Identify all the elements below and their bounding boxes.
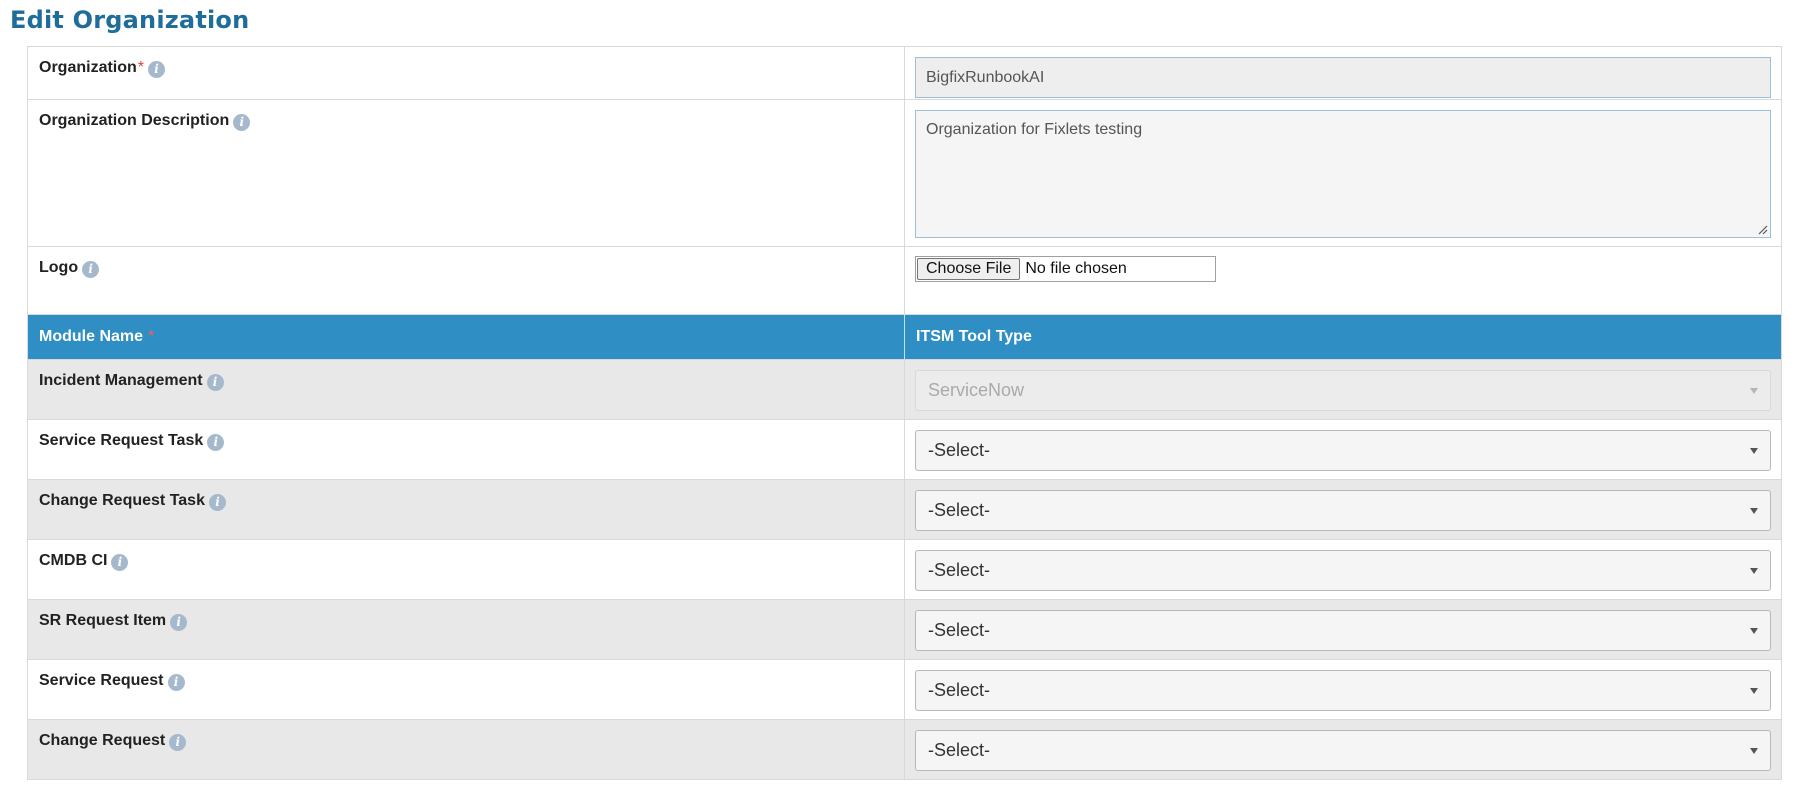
organization-description-textarea[interactable]: Organization for Fixlets testing [915,110,1771,238]
selected-value: ServiceNow [928,380,1025,400]
change-request-tool-select[interactable]: -Select- [915,730,1771,771]
info-icon[interactable]: i [170,614,188,631]
chevron-down-icon[interactable] [1750,507,1758,514]
service-request-task-tool-select[interactable]: -Select- [915,430,1771,471]
itsm-tool-type-header-label: ITSM Tool Type [916,328,1032,345]
module-label-cell: Service Request Task i [28,420,905,479]
module-field-cell: -Select- [905,420,1781,479]
module-label-cell: CMDB CI i [28,540,905,599]
module-name-label: SR Request Item [39,612,167,629]
module-name-label: CMDB CI [39,552,108,569]
choose-file-button[interactable]: Choose File [917,258,1021,280]
module-label-cell: Service Request i [28,660,905,719]
module-row-service-request: Service Request i -Select- [28,660,1781,720]
chevron-down-icon[interactable] [1750,567,1758,574]
module-field-cell: -Select- [905,480,1781,539]
edit-organization-form: Organization * i BigfixRunbookAI Organiza… [27,46,1782,780]
info-icon[interactable]: i [82,261,100,278]
selected-value: -Select- [928,740,991,760]
chevron-down-icon[interactable] [1750,687,1758,694]
chevron-down-icon [1750,387,1758,394]
module-label-cell: Change Request i [28,720,905,779]
description-text: Organization for Fixlets testing [926,121,1143,138]
sr-request-item-tool-select[interactable]: -Select- [915,610,1771,651]
chevron-down-icon[interactable] [1750,747,1758,754]
selected-value: -Select- [928,440,991,460]
cmdb-ci-tool-select[interactable]: -Select- [915,550,1771,591]
logo-label: Logo [39,259,79,276]
info-icon[interactable]: i [169,734,187,751]
organization-label: Organization [39,59,137,76]
page-title: Edit Organization [10,6,250,34]
info-icon[interactable]: i [233,114,251,131]
required-asterisk: * [137,59,145,76]
module-name-label: Incident Management [39,372,203,389]
info-icon[interactable]: i [207,434,225,451]
chevron-down-icon[interactable] [1750,627,1758,634]
logo-label-cell: Logo i [28,247,905,314]
module-name-label: Change Request [39,732,166,749]
module-row-change-request-task: Change Request Task i -Select- [28,480,1781,540]
module-name-label: Service Request [39,672,164,689]
module-row-change-request: Change Request i -Select- [28,720,1781,780]
selected-value: -Select- [928,560,991,580]
info-icon[interactable]: i [208,494,226,511]
module-name-label: Service Request Task [39,432,204,449]
incident-management-tool-select: ServiceNow [915,370,1771,411]
logo-row: Logo i Choose File No file chosen [28,247,1781,315]
logo-file-input[interactable]: Choose File No file chosen [915,256,1216,282]
info-icon[interactable]: i [148,61,166,78]
change-request-task-tool-select[interactable]: -Select- [915,490,1771,531]
module-field-cell: -Select- [905,720,1781,779]
required-asterisk: * [148,328,155,345]
module-label-cell: Incident Management i [28,360,905,419]
organization-name-input[interactable]: BigfixRunbookAI [915,57,1771,98]
module-field-cell: -Select- [905,600,1781,659]
info-icon[interactable]: i [206,374,224,391]
module-name-column-header: Module Name * [28,315,905,359]
module-label-cell: Change Request Task i [28,480,905,539]
chevron-down-icon[interactable] [1750,447,1758,454]
selected-value: -Select- [928,500,991,520]
info-icon[interactable]: i [167,674,185,691]
organization-label-cell: Organization * i [28,47,905,99]
description-label: Organization Description [39,112,230,129]
description-row: Organization Description i Organization … [28,100,1781,247]
itsm-tool-type-column-header: ITSM Tool Type [905,315,1781,359]
module-field-cell: -Select- [905,540,1781,599]
selected-value: -Select- [928,620,991,640]
module-row-incident-management: Incident Management i ServiceNow [28,360,1781,420]
module-field-cell: ServiceNow [905,360,1781,419]
module-name-header-label: Module Name [39,328,144,345]
organization-row: Organization * i BigfixRunbookAI [28,47,1781,100]
module-row-cmdb-ci: CMDB CI i -Select- [28,540,1781,600]
file-status-text: No file chosen [1025,260,1127,277]
module-field-cell: -Select- [905,660,1781,719]
logo-field-cell: Choose File No file chosen [905,247,1781,314]
module-row-sr-request-item: SR Request Item i -Select- [28,600,1781,660]
info-icon[interactable]: i [111,554,129,571]
module-label-cell: SR Request Item i [28,600,905,659]
modules-table-header: Module Name * ITSM Tool Type [28,315,1781,360]
selected-value: -Select- [928,680,991,700]
module-row-service-request-task: Service Request Task i -Select- [28,420,1781,480]
resize-grip-icon[interactable] [1756,223,1768,235]
organization-field-cell: BigfixRunbookAI [905,47,1781,99]
service-request-tool-select[interactable]: -Select- [915,670,1771,711]
module-name-label: Change Request Task [39,492,205,509]
description-field-cell: Organization for Fixlets testing [905,100,1781,246]
description-label-cell: Organization Description i [28,100,905,246]
